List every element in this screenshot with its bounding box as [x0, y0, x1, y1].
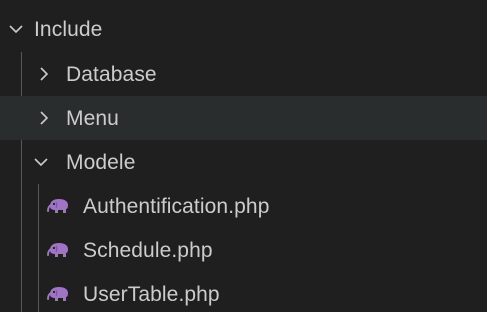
chevron-down-icon[interactable] [7, 20, 25, 38]
chevron-right-icon[interactable] [35, 65, 53, 83]
php-elephant-icon [46, 197, 72, 215]
file-explorer-panel: Include Database Menu Modele Authentific… [0, 0, 487, 312]
tree-folder-label: Database [66, 62, 157, 86]
chevron-down-icon[interactable] [32, 153, 50, 171]
tree-folder-label: Menu [66, 106, 119, 130]
tree-folder-include[interactable]: Include [0, 7, 487, 51]
tree-file-label: Authentification.php [83, 194, 270, 218]
tree-folder-modele[interactable]: Modele [0, 140, 487, 184]
chevron-right-icon[interactable] [35, 109, 53, 127]
tree-file-label: UserTable.php [83, 282, 220, 306]
tree-file-authentification[interactable]: Authentification.php [0, 184, 487, 228]
tree-folder-label: Include [34, 17, 103, 41]
tree-folder-database[interactable]: Database [0, 52, 487, 96]
php-elephant-icon [46, 241, 72, 259]
tree-file-usertable[interactable]: UserTable.php [0, 272, 487, 312]
php-elephant-icon [46, 285, 72, 303]
tree-file-schedule[interactable]: Schedule.php [0, 228, 487, 272]
tree-folder-menu[interactable]: Menu [0, 96, 487, 140]
tree-file-label: Schedule.php [83, 238, 213, 262]
tree-folder-label: Modele [66, 150, 136, 174]
